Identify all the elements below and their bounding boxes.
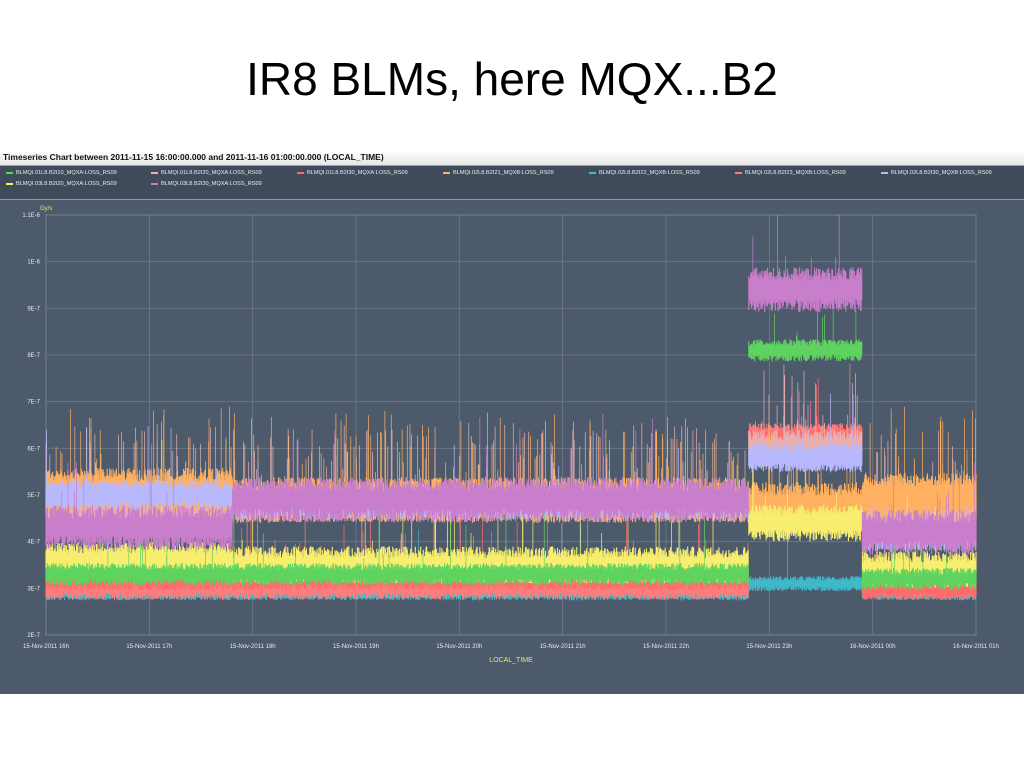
- legend-label: BLMQI.02L8.B2I23_MQXB:LOSS_RS09: [745, 170, 846, 176]
- y-tick-label: 6E-7: [27, 446, 40, 452]
- legend-swatch: [6, 182, 13, 185]
- slide-title: IR8 BLMs, here MQX...B2: [246, 53, 778, 105]
- legend-item: BLMQI.01L8.B2I20_MQXA:LOSS_RS09: [151, 169, 262, 177]
- legend-swatch: [589, 171, 596, 174]
- legend-label: BLMQI.01L8.B2I30_MQXA:LOSS_RS09: [307, 170, 408, 176]
- y-tick-label: 3E-7: [27, 586, 40, 592]
- chart-legend: BLMQI.01L8.B2I10_MQXA:LOSS_RS09 BLMQI.01L…: [0, 166, 1024, 200]
- legend-item: BLMQI.02L8.B2I23_MQXB:LOSS_RS09: [735, 169, 846, 177]
- legend-label: BLMQI.02L8.B2I30_MQXB:LOSS_RS09: [891, 170, 992, 176]
- legend-swatch: [151, 182, 158, 185]
- legend-item: BLMQI.03L8.B2I20_MQXA:LOSS_RS09: [6, 180, 117, 188]
- y-tick-label: 8E-7: [27, 353, 40, 359]
- timeseries-plot: 1.1E-6 1E-6 9E-7 8E-7 7E-7 6E-7 5E-7 4E-7 3E-7 2E…: [22, 206, 999, 664]
- legend-item: BLMQI.02L8.B2I21_MQXB:LOSS_RS09: [443, 169, 554, 177]
- legend-label: BLMQI.01L8.B2I20_MQXA:LOSS_RS09: [161, 170, 262, 176]
- legend-swatch: [6, 171, 13, 174]
- legend-swatch: [735, 171, 742, 174]
- legend-label: BLMQI.02L8.B2I22_MQXB:LOSS_RS09: [599, 170, 700, 176]
- chart-window: Timeseries Chart between 2011-11-15 16:0…: [0, 150, 1024, 694]
- legend-label: BLMQI.03L8.B2I20_MQXA:LOSS_RS09: [16, 181, 117, 187]
- legend-swatch: [297, 171, 304, 174]
- y-tick-label: 4E-7: [27, 540, 40, 546]
- y-unit-label: Gy/s: [40, 206, 52, 212]
- x-tick-label: 15-Nov-2011 17h: [126, 644, 172, 650]
- x-tick-label: 16-Nov-2011 00h: [850, 644, 896, 650]
- x-tick-label: 15-Nov-2011 22h: [643, 644, 689, 650]
- x-tick-label: 15-Nov-2011 19h: [333, 644, 379, 650]
- legend-label: BLMQI.01L8.B2I10_MQXA:LOSS_RS09: [16, 170, 117, 176]
- x-axis-title: LOCAL_TIME: [489, 657, 533, 664]
- legend-swatch: [443, 171, 450, 174]
- chart-window-title: Timeseries Chart between 2011-11-15 16:0…: [3, 152, 384, 162]
- legend-item: BLMQI.01L8.B2I30_MQXA:LOSS_RS09: [297, 169, 408, 177]
- y-tick-label: 9E-7: [27, 306, 40, 312]
- y-tick-label: 5E-7: [27, 493, 40, 499]
- x-tick-label: 15-Nov-2011 16h: [23, 644, 69, 650]
- y-tick-label: 1E-6: [27, 260, 40, 266]
- chart-window-header: Timeseries Chart between 2011-11-15 16:0…: [0, 150, 1024, 166]
- y-tick-label: 1.1E-6: [22, 213, 40, 219]
- legend-swatch: [881, 171, 888, 174]
- legend-item: BLMQI.03L8.B2I30_MQXA:LOSS_RS09: [151, 180, 262, 188]
- x-tick-label: 16-Nov-2011 01h: [953, 644, 999, 650]
- y-tick-label: 7E-7: [27, 400, 40, 406]
- legend-label: BLMQI.02L8.B2I21_MQXB:LOSS_RS09: [453, 170, 554, 176]
- x-tick-label: 15-Nov-2011 18h: [230, 644, 276, 650]
- legend-item: BLMQI.01L8.B2I10_MQXA:LOSS_RS09: [6, 169, 117, 177]
- y-tick-label: 2E-7: [27, 633, 40, 639]
- legend-swatch: [151, 171, 158, 174]
- legend-item: BLMQI.02L8.B2I22_MQXB:LOSS_RS09: [589, 169, 700, 177]
- x-tick-label: 15-Nov-2011 20h: [436, 644, 482, 650]
- legend-label: BLMQI.03L8.B2I30_MQXA:LOSS_RS09: [161, 181, 262, 187]
- x-tick-label: 15-Nov-2011 23h: [746, 644, 792, 650]
- legend-item: BLMQI.02L8.B2I30_MQXB:LOSS_RS09: [881, 169, 992, 177]
- x-tick-label: 15-Nov-2011 21h: [540, 644, 586, 650]
